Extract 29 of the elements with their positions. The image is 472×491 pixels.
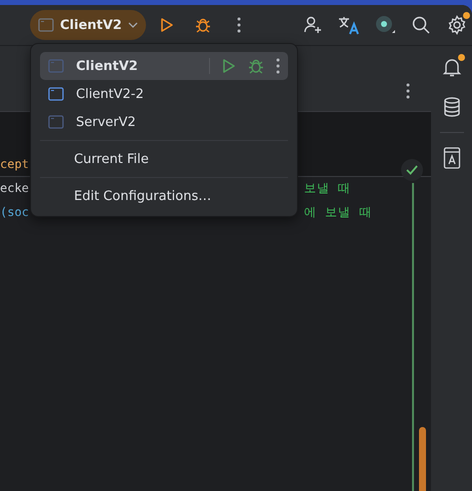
menu-item[interactable]: Current File bbox=[40, 145, 288, 173]
translate-icon bbox=[338, 15, 360, 35]
book-icon bbox=[443, 147, 461, 169]
more-icon bbox=[406, 83, 410, 99]
database-icon bbox=[443, 97, 461, 117]
settings-icon bbox=[447, 15, 467, 35]
more-icon bbox=[236, 17, 241, 33]
configuration-item[interactable]: ClientV2-2 bbox=[40, 80, 288, 108]
play-icon bbox=[160, 17, 174, 33]
window-icon bbox=[38, 18, 54, 32]
chevron-down-icon bbox=[128, 22, 138, 28]
code-text: cept bbox=[0, 157, 29, 171]
play-icon bbox=[222, 58, 236, 74]
search-icon bbox=[412, 16, 430, 34]
configuration-item[interactable]: ServerV2 bbox=[40, 108, 288, 136]
bug-icon bbox=[194, 17, 211, 33]
configuration-item[interactable]: ClientV2 bbox=[40, 52, 288, 80]
more-icon bbox=[276, 58, 280, 74]
menu-item[interactable]: Edit Configurations… bbox=[40, 182, 288, 210]
status-circle-icon bbox=[374, 14, 396, 36]
code-text: ecke bbox=[0, 181, 29, 195]
code-comment: 에 보낼 때 bbox=[304, 204, 372, 220]
add-user-icon bbox=[303, 15, 323, 35]
bell-icon bbox=[442, 57, 462, 77]
scrollbar-thumb[interactable] bbox=[419, 427, 426, 491]
code-text: (soc bbox=[0, 205, 29, 219]
code-comment: 보낼 때 bbox=[304, 180, 352, 196]
bug-icon bbox=[248, 58, 264, 74]
run-configuration-button[interactable]: ClientV2 bbox=[30, 10, 146, 40]
